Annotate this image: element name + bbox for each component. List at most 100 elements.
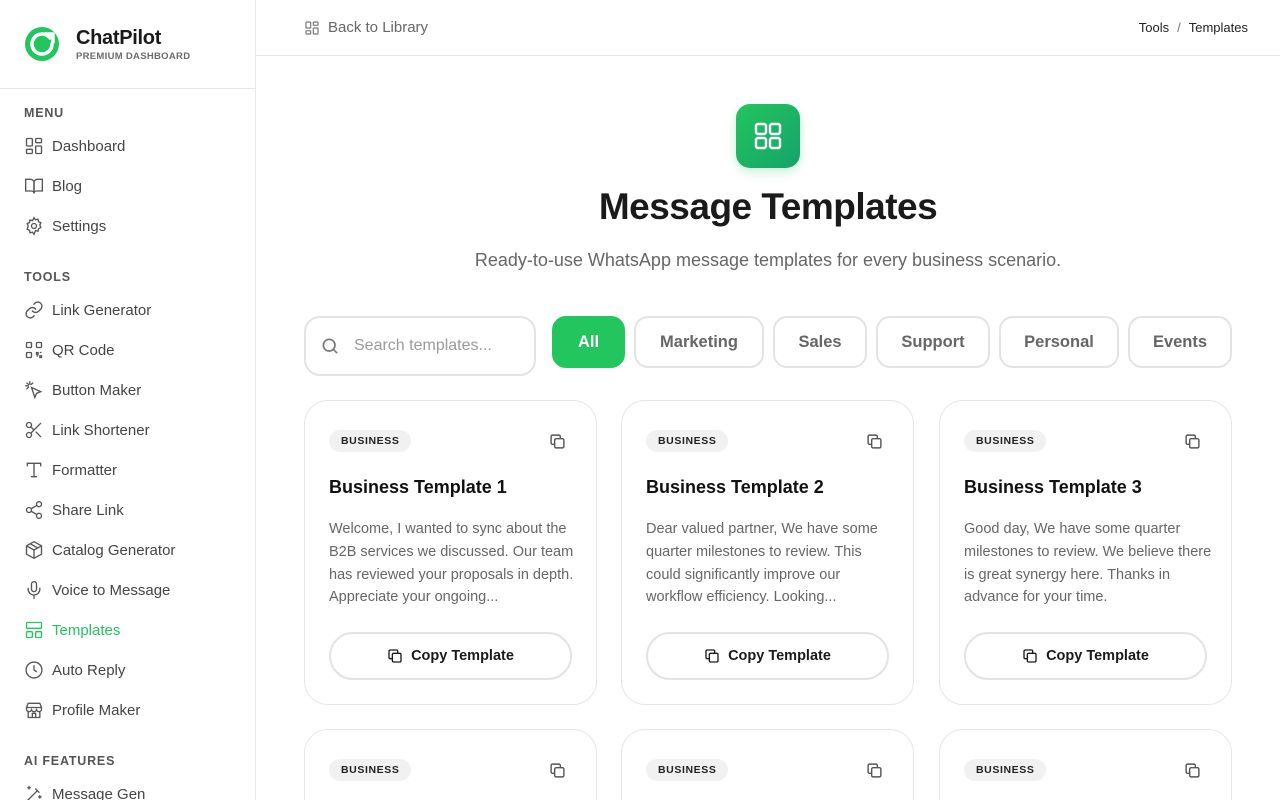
category-badge: BUSINESS	[329, 430, 412, 452]
top-bar: Back to Library Tools / Templates	[256, 0, 1280, 56]
sidebar-item-share-link[interactable]: Share Link	[0, 490, 255, 530]
gear-icon	[26, 216, 42, 236]
sidebar-section-menu: MENU	[24, 106, 65, 120]
sidebar-item-label: Link Generator	[52, 301, 152, 319]
filter-sales[interactable]: Sales	[773, 316, 867, 368]
back-link-label: Back to Library	[328, 19, 429, 36]
link-icon	[25, 301, 43, 319]
sidebar-section-tools: TOOLS	[24, 270, 71, 284]
main-content: Message Templates Ready-to-use WhatsApp …	[256, 56, 1280, 800]
type-icon	[26, 462, 42, 478]
brand: ChatPilot PREMIUM DASHBOARD	[0, 0, 255, 89]
card-title: Business Template 1	[329, 477, 507, 497]
layout-icon	[25, 621, 43, 639]
card-title: Business Template 2	[646, 477, 824, 497]
sidebar-item-message-gen[interactable]: Message Gen	[0, 774, 255, 800]
copy-icon[interactable]	[549, 762, 566, 779]
card-preview-text: Welcome, I wanted to sync about the B2B …	[329, 521, 574, 606]
filter-all[interactable]: All	[552, 316, 625, 368]
copy-template-label: Copy Template	[411, 648, 514, 664]
category-badge: BUSINESS	[964, 430, 1047, 452]
copy-icon	[388, 649, 402, 663]
sidebar-item-label: Formatter	[52, 461, 118, 479]
sidebar-item-auto-reply[interactable]: Auto Reply	[0, 650, 255, 690]
sidebar-item-label: Blog	[52, 177, 83, 195]
sidebar-item-settings[interactable]: Settings	[0, 206, 255, 246]
sidebar-item-dashboard[interactable]: Dashboard	[0, 126, 255, 166]
sidebar-item-label: Link Shortener	[52, 421, 150, 439]
page-title: Message Templates	[598, 186, 938, 227]
template-card: BUSINESS Business Template 1 Welcome, I …	[304, 400, 597, 705]
sidebar-item-voice-to-message[interactable]: Voice to Message	[0, 570, 255, 610]
filter-events[interactable]: Events	[1128, 316, 1232, 368]
magic-wand-icon	[27, 785, 42, 800]
breadcrumb-templates: Templates	[1188, 20, 1248, 35]
copy-icon	[1023, 649, 1037, 663]
sidebar-item-label: Settings	[52, 217, 107, 235]
copy-template-button[interactable]: Copy Template	[964, 632, 1207, 680]
sidebar-item-blog[interactable]: Blog	[0, 166, 255, 206]
copy-icon[interactable]	[866, 433, 883, 450]
sidebar-item-link-shortener[interactable]: Link Shortener	[0, 410, 255, 450]
sidebar-item-label: Voice to Message	[52, 581, 171, 599]
sidebar-item-label: Message Gen	[52, 785, 146, 800]
template-card: BUSINESS Business Template 3 Good day, W…	[939, 400, 1232, 705]
copy-icon[interactable]	[866, 762, 883, 779]
sidebar-item-label: Button Maker	[52, 381, 142, 399]
filter-personal[interactable]: Personal	[999, 316, 1119, 368]
category-filters: All Marketing Sales Support Personal Eve…	[552, 316, 1232, 368]
copy-template-button[interactable]: Copy Template	[329, 632, 572, 680]
template-card: BUSINESS	[621, 729, 914, 800]
template-card: BUSINESS Business Template 2 Dear valued…	[621, 400, 914, 705]
template-card: BUSINESS	[304, 729, 597, 800]
search-box[interactable]	[304, 316, 536, 376]
search-input[interactable]	[354, 337, 514, 355]
copy-icon[interactable]	[549, 433, 566, 450]
category-badge: BUSINESS	[646, 759, 729, 781]
back-to-library-link[interactable]: Back to Library	[304, 19, 428, 36]
copy-template-label: Copy Template	[1046, 648, 1149, 664]
grid-icon	[305, 20, 319, 35]
filter-marketing[interactable]: Marketing	[634, 316, 764, 368]
sidebar-item-templates[interactable]: Templates	[0, 610, 255, 650]
sidebar: ChatPilot PREMIUM DASHBOARD MENU Dashboa…	[0, 0, 256, 800]
dashboard-icon	[25, 137, 43, 155]
sidebar-item-label: Catalog Generator	[52, 541, 176, 559]
copy-icon[interactable]	[1184, 433, 1201, 450]
breadcrumb-separator: /	[1177, 20, 1181, 35]
sidebar-item-formatter[interactable]: Formatter	[0, 450, 255, 490]
qr-code-icon	[25, 341, 43, 359]
clock-icon	[25, 661, 43, 679]
microphone-icon	[27, 581, 41, 599]
copy-icon[interactable]	[1184, 762, 1201, 779]
copy-template-button[interactable]: Copy Template	[646, 632, 889, 680]
copy-icon	[705, 649, 719, 663]
sidebar-item-label: Share Link	[52, 501, 124, 519]
sidebar-item-qr-code[interactable]: QR Code	[0, 330, 255, 370]
search-icon	[322, 338, 338, 354]
sidebar-item-label: Profile Maker	[52, 701, 141, 719]
sidebar-item-label: Dashboard	[52, 137, 126, 155]
share-icon	[25, 501, 43, 519]
sidebar-item-label: Auto Reply	[52, 661, 126, 679]
sidebar-item-profile-maker[interactable]: Profile Maker	[0, 690, 255, 730]
sidebar-item-label: Templates	[52, 621, 121, 639]
store-icon	[25, 702, 43, 719]
grid-icon	[754, 122, 782, 150]
brand-name: ChatPilot	[76, 26, 162, 49]
breadcrumb-tools[interactable]: Tools	[1139, 20, 1169, 35]
category-badge: BUSINESS	[646, 430, 729, 452]
copy-template-label: Copy Template	[728, 648, 831, 664]
filter-support[interactable]: Support	[876, 316, 990, 368]
scissors-icon	[25, 421, 42, 439]
card-preview-text: Good day, We have some quarter milestone…	[964, 521, 1212, 606]
card-preview-text: Dear valued partner, We have some quarte…	[646, 521, 878, 606]
card-title: Business Template 3	[964, 477, 1142, 497]
category-badge: BUSINESS	[329, 759, 412, 781]
sidebar-item-link-generator[interactable]: Link Generator	[0, 290, 255, 330]
breadcrumb: Tools / Templates	[1139, 20, 1248, 35]
sidebar-section-ai-features: AI FEATURES	[24, 754, 116, 768]
sidebar-item-catalog-generator[interactable]: Catalog Generator	[0, 530, 255, 570]
brand-subtitle: PREMIUM DASHBOARD	[76, 50, 191, 62]
sidebar-item-button-maker[interactable]: Button Maker	[0, 370, 255, 410]
